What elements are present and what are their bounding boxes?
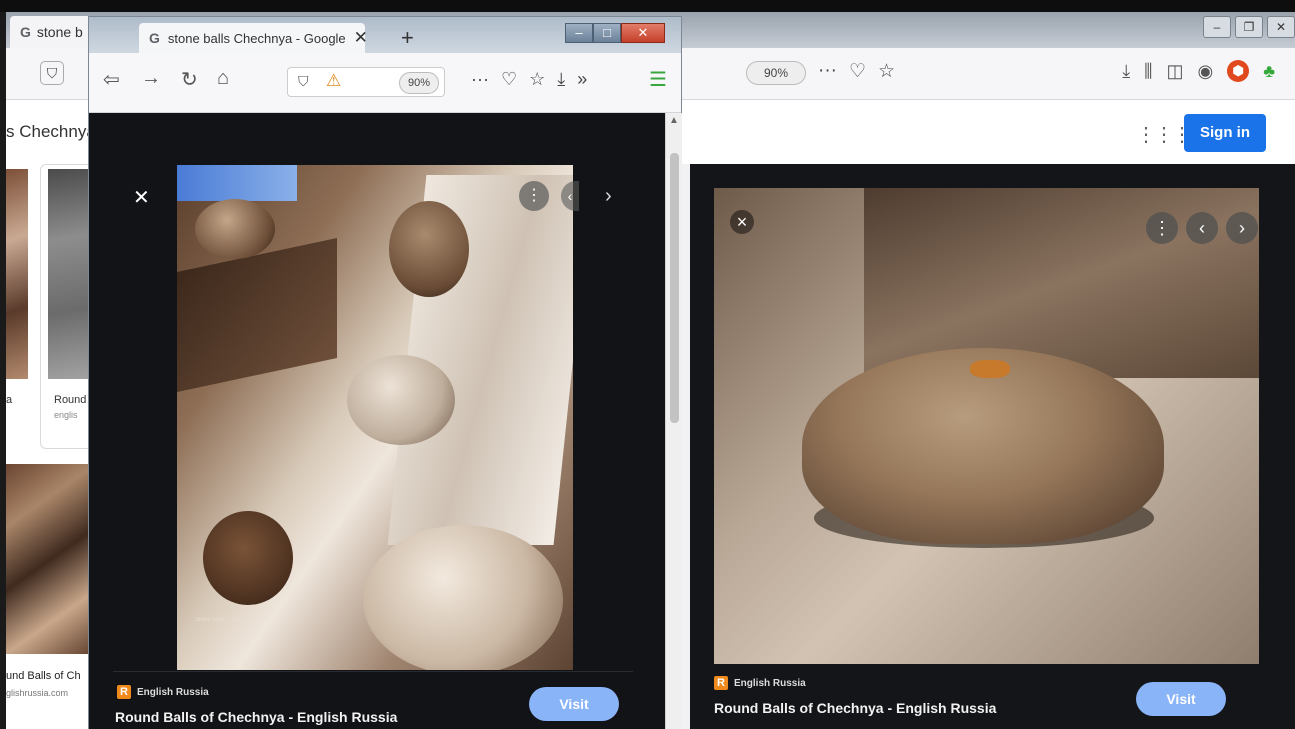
source-name: English Russia: [734, 677, 806, 689]
maximize-icon[interactable]: □: [593, 23, 621, 43]
home-icon[interactable]: ⌂: [217, 67, 229, 90]
shield-icon[interactable]: ⛉: [298, 73, 309, 90]
fg-tab-strip: G stone balls Chechnya - Google ✕ + – □ …: [89, 17, 681, 53]
connection-warning-icon[interactable]: ⚠: [326, 71, 341, 91]
bg-toolbar-right: ⤓ ⫼ ◫ ◉ ⬢ ♣: [1122, 60, 1275, 82]
overflow-chevron-icon[interactable]: »: [577, 69, 587, 90]
back-arrow-icon[interactable]: ⇦: [103, 67, 120, 92]
more-actions-icon[interactable]: ···: [471, 69, 489, 90]
forward-arrow-icon[interactable]: →: [141, 67, 161, 90]
bg-tab-label: stone b: [36, 24, 83, 40]
sidebar-icon[interactable]: ◫: [1166, 61, 1183, 82]
google-g-icon: G: [20, 24, 31, 40]
bg-page-actions: ··· ♡ ☆: [818, 60, 895, 83]
account-icon[interactable]: ◉: [1197, 61, 1213, 82]
fg-window-controls: – □ ✕: [565, 23, 665, 43]
close-icon[interactable]: ✕: [133, 185, 150, 210]
image-results-strip: a Round englis und Balls of Ch glishruss…: [6, 164, 100, 729]
preview-image[interactable]: Stone balls ... 2012: [177, 165, 573, 670]
google-g-icon: G: [149, 30, 160, 46]
close-icon[interactable]: ✕: [1267, 16, 1295, 38]
result-source: englis: [54, 410, 78, 420]
scroll-up-icon[interactable]: ▲: [669, 115, 679, 126]
tab-close-icon[interactable]: ✕: [354, 28, 368, 48]
rust-spot: [970, 360, 1010, 378]
stone-ball: [203, 511, 293, 605]
source-row[interactable]: R English Russia: [117, 685, 209, 699]
divider: [113, 671, 633, 672]
preview-controls: ⋮ ‹ ›: [1146, 212, 1258, 244]
more-actions-icon[interactable]: ···: [818, 60, 837, 83]
close-icon[interactable]: ✕: [621, 23, 665, 43]
download-icon[interactable]: ⤓: [1122, 61, 1130, 82]
fg-zoom-indicator[interactable]: 90%: [399, 72, 439, 94]
preview-title[interactable]: Round Balls of Chechnya - English Russia: [714, 700, 996, 716]
image-preview-panel: × ⋮ ‹ › R English Russia Round Balls of …: [690, 164, 1295, 729]
stone-ball: [195, 199, 275, 259]
chevron-right-icon[interactable]: ›: [1226, 212, 1258, 244]
result-thumbnail[interactable]: [6, 464, 96, 654]
close-icon[interactable]: ×: [730, 210, 754, 234]
bg-tab[interactable]: G stone b: [10, 16, 96, 48]
result-title-fragment: a: [6, 394, 13, 406]
site-logo-icon: R: [117, 685, 131, 699]
monitor-bezel: [0, 0, 1295, 12]
minimize-icon[interactable]: –: [565, 23, 593, 43]
stone-ball: [347, 355, 455, 445]
stone-ball: [389, 201, 469, 297]
result-title[interactable]: Round: [54, 394, 86, 406]
visit-button[interactable]: Visit: [529, 687, 619, 721]
scrollbar[interactable]: ▲: [665, 113, 682, 729]
chevron-left-icon[interactable]: ‹: [1186, 212, 1218, 244]
pocket-icon[interactable]: ♡: [501, 69, 517, 90]
extension-icon[interactable]: ♣: [1263, 61, 1275, 82]
bookmark-star-icon[interactable]: ☆: [878, 60, 895, 83]
fg-toolbar: ⇦ → ↻ ⌂ ⛉ ⚠ 90% ··· ♡ ☆ ⤓ » ☰: [89, 53, 681, 113]
stone-ball: [363, 525, 563, 670]
preview-image[interactable]: [714, 188, 1259, 664]
result-thumbnail[interactable]: [6, 169, 28, 379]
scrollbar-thumb[interactable]: [670, 153, 679, 423]
chevron-right-icon[interactable]: ›: [605, 185, 612, 208]
restore-icon[interactable]: ❐: [1235, 16, 1263, 38]
reload-icon[interactable]: ↻: [181, 67, 198, 92]
fg-tab-label: stone balls Chechnya - Google: [167, 30, 346, 46]
more-options-icon[interactable]: ⋮: [1146, 212, 1178, 244]
more-options-icon[interactable]: ⋮: [519, 181, 549, 211]
bookmark-star-icon[interactable]: ☆: [529, 69, 545, 90]
result-caption[interactable]: und Balls of Ch: [6, 670, 81, 682]
library-icon[interactable]: ⫼: [1144, 61, 1152, 82]
foreground-browser-window: G stone balls Chechnya - Google ✕ + – □ …: [88, 16, 682, 729]
bg-zoom-indicator[interactable]: 90%: [746, 61, 806, 85]
apps-grid-icon[interactable]: ⋮⋮⋮: [1136, 122, 1192, 147]
bg-window-controls: – ❐ ✕: [1203, 16, 1295, 38]
source-row[interactable]: R English Russia: [714, 676, 806, 690]
site-logo-icon: R: [714, 676, 728, 690]
sign-in-button[interactable]: Sign in: [1184, 114, 1266, 152]
sky-patch: [177, 165, 297, 201]
menu-update-icon[interactable]: ☰: [649, 67, 667, 92]
download-icon[interactable]: ⤓: [557, 69, 565, 90]
fg-tab[interactable]: G stone balls Chechnya - Google ✕: [139, 23, 368, 53]
shield-icon[interactable]: ⛉: [40, 61, 64, 85]
ublock-icon[interactable]: ⬢: [1227, 60, 1250, 82]
image-watermark: Stone balls ... 2012: [195, 617, 247, 623]
search-query-text: s Chechnya: [6, 122, 96, 141]
visit-button[interactable]: Visit: [1136, 682, 1226, 716]
preview-title[interactable]: Round Balls of Chechnya - English Russia: [115, 709, 397, 725]
pocket-icon[interactable]: ♡: [849, 60, 866, 83]
result-caption-source: glishrussia.com: [6, 688, 69, 698]
new-tab-icon[interactable]: +: [401, 25, 414, 51]
fg-page-actions: ··· ♡ ☆ ⤓ »: [471, 69, 587, 90]
image-preview-panel: Stone balls ... 2012 ✕ ⋮ ‹ › R English R…: [89, 113, 665, 729]
minimize-icon[interactable]: –: [1203, 16, 1231, 38]
source-name: English Russia: [137, 686, 209, 698]
